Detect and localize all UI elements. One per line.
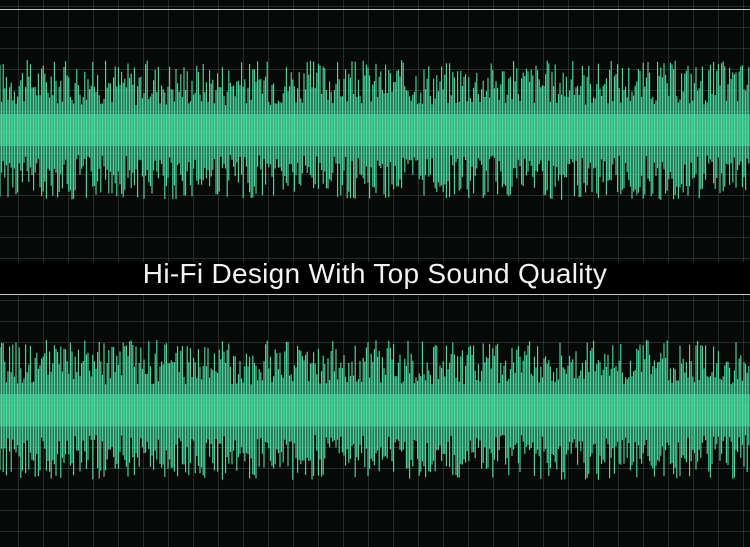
headline-text: Hi‑Fi Design With Top Sound Quality bbox=[142, 258, 608, 289]
middle-divider-line bbox=[0, 294, 750, 295]
waveform-core bbox=[0, 114, 750, 146]
waveform-core bbox=[0, 394, 750, 426]
top-divider-line bbox=[0, 9, 750, 10]
top-waveform bbox=[0, 60, 750, 200]
bottom-waveform bbox=[0, 340, 750, 480]
